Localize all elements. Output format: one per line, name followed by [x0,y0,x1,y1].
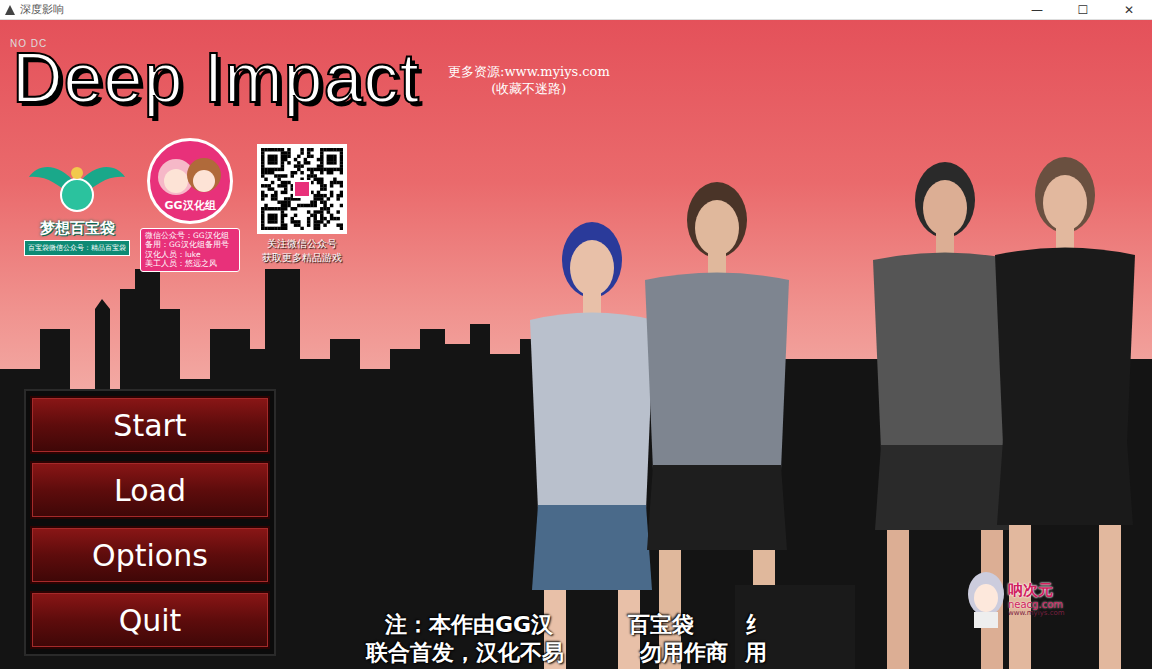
maximize-button[interactable]: ☐ [1060,0,1106,19]
logo-name: GG汉化组 [164,198,215,213]
logo-text: 呐次元neacg.comwww.myiys.com [1008,582,1065,617]
qr-caption: 关注微信公众号获取更多精品游戏 [262,237,342,264]
watermark-line: 更多资源:www.myiys.com [448,64,610,81]
button-label: Start [113,408,186,443]
watermark: 更多资源:www.myiys.com(收藏不迷路) [448,64,610,98]
notice-text: 注：本作由GG汉 [385,613,553,637]
menu-button[interactable]: Start [30,396,270,454]
characters-art [505,125,1152,669]
logo-name: 梦想百宝袋 [40,219,115,238]
close-button[interactable]: ✕ [1106,0,1152,19]
button-label: Load [114,473,186,508]
logo-name: 呐次元 [1008,582,1053,599]
main-menu: Start Load Options Quit [24,389,276,656]
gg-info-box: 微信公众号：GG汉化组备用：GG汉化组备用号汉化人员：luke美工人员：悠远之风 [140,228,240,272]
title-area: 深度影响 [4,2,64,17]
minimize-button[interactable]: — [1014,0,1060,19]
button-label: Quit [119,603,182,638]
qr-block: 关注微信公众号获取更多精品游戏 [254,144,350,264]
app-icon [4,4,16,16]
watermark-line: (收藏不迷路) [448,81,610,98]
info-line: 备用：GG汉化组备用号 [145,240,235,249]
button-label: Options [92,538,208,573]
info-line: 美工人员：悠远之风 [145,259,235,268]
notice-text: 用 [745,641,767,665]
game-title: Deep Impact [12,40,420,117]
menu-button[interactable]: Options [30,526,270,584]
logo-site: neacg.com [1008,599,1063,610]
mascots-icon [150,151,230,201]
menu-button[interactable]: Load [30,461,270,519]
notice-text: 纟 [745,613,767,637]
mascot-icon [966,570,1006,630]
wings-bag-icon [27,155,127,217]
menu-button[interactable]: Quit [30,591,270,649]
neacg-logo: 呐次元neacg.comwww.myiys.com [966,570,1065,630]
gg-logo: GG汉化组微信公众号：GG汉化组备用：GG汉化组备用号汉化人员：luke美工人员… [140,138,240,272]
info-line: 微信公众号：GG汉化组 [145,231,235,240]
caption-line: 关注微信公众号 [262,237,342,251]
game-screen: NO DCDeep Impact更多资源:www.myiys.com(收藏不迷路… [0,20,1152,669]
notice-text: 勿用作商 [640,641,728,665]
baibaodai-logo: 梦想百宝袋百宝袋微信公众号：精品百宝袋 [22,155,132,256]
notice-text: 百宝袋 [628,613,694,637]
notice-text: 联合首发，汉化不易 [366,641,564,665]
logo-subtitle: 百宝袋微信公众号：精品百宝袋 [24,240,130,256]
title-bar: 深度影响 —☐✕ [0,0,1152,20]
logo-url: www.myiys.com [1008,610,1065,618]
window-controls: —☐✕ [1014,0,1152,19]
info-line: 汉化人员：luke [145,250,235,259]
caption-line: 获取更多精品游戏 [262,251,342,265]
qr-code [257,144,347,234]
gg-badge: GG汉化组 [147,138,233,224]
window-title: 深度影响 [20,2,64,17]
qr-code-icon [261,148,343,230]
